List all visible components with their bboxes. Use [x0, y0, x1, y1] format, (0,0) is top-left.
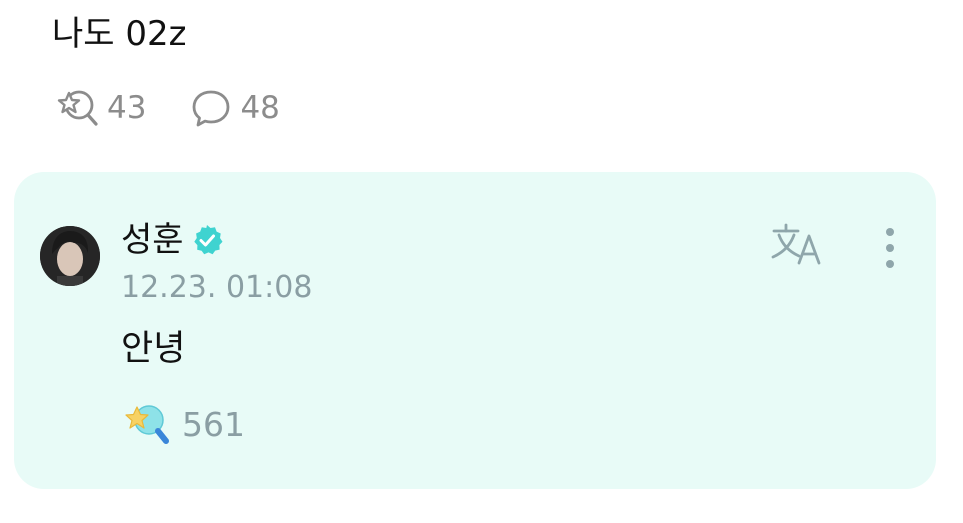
comment-like-count: 561 — [182, 404, 245, 444]
post-actions: 43 48 — [55, 88, 280, 128]
more-vertical-icon — [886, 228, 894, 268]
avatar-image — [40, 226, 100, 286]
comment-timestamp: 12.23. 01:08 — [121, 270, 313, 305]
more-options-button[interactable] — [882, 226, 898, 274]
star-search-filled-icon — [125, 405, 169, 444]
star-search-icon — [57, 90, 98, 126]
author-row: 성훈 — [121, 218, 224, 262]
comment-card: 성훈 12.23. 01:08 안녕 561 — [14, 172, 936, 489]
comment-button[interactable]: 48 — [190, 88, 280, 128]
author-name[interactable]: 성훈 — [121, 218, 184, 262]
comment-text: 안녕 — [121, 329, 186, 369]
speech-bubble-icon — [193, 90, 230, 127]
translate-icon — [771, 223, 821, 265]
like-button[interactable]: 43 — [55, 88, 146, 128]
post-text: 나도 02z — [52, 14, 187, 54]
avatar[interactable] — [40, 226, 100, 286]
translate-button[interactable] — [770, 222, 826, 270]
like-count: 43 — [107, 90, 147, 126]
comment-count: 48 — [240, 90, 280, 126]
comment-like-button[interactable]: 561 — [124, 402, 245, 446]
verified-badge-icon — [193, 225, 223, 255]
